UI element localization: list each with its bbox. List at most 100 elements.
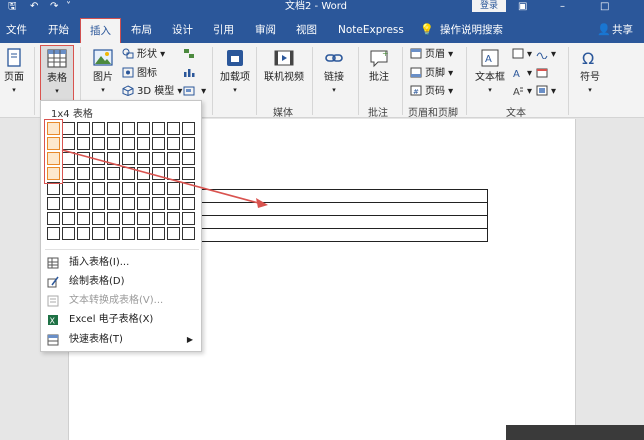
link-button[interactable]: 链接 ▾ [318, 47, 350, 96]
table-grid-cell[interactable] [47, 197, 60, 210]
screenshot-button[interactable]: ▾ [183, 85, 206, 98]
table-grid-cell[interactable] [182, 212, 195, 225]
tab-noteexpress[interactable]: NoteExpress [338, 23, 404, 37]
table-grid-cell[interactable] [137, 197, 150, 210]
date-time-button[interactable] [536, 67, 551, 80]
table-grid-cell[interactable] [47, 227, 60, 240]
quick-parts-button[interactable]: ▾ [512, 48, 532, 61]
tab-insert[interactable]: 插入 [80, 18, 121, 43]
table-grid-cell[interactable] [182, 152, 195, 165]
table-grid-cell[interactable] [107, 212, 120, 225]
maximize-icon[interactable]: □ [600, 1, 609, 13]
table-grid-cell[interactable] [92, 122, 105, 135]
pages-button[interactable]: 页面 ▾ [0, 47, 28, 96]
tell-me-search[interactable]: 操作说明搜索 [440, 23, 503, 37]
table-grid-cell[interactable] [167, 152, 180, 165]
footer-button[interactable]: 页脚 ▾ [410, 67, 453, 80]
table-grid-cell[interactable] [107, 137, 120, 150]
table-grid-cell[interactable] [77, 182, 90, 195]
textbox-button[interactable]: A 文本框 ▾ [472, 47, 508, 96]
table-grid-cell[interactable] [47, 122, 60, 135]
table-grid-cell[interactable] [122, 227, 135, 240]
table-grid-cell[interactable] [152, 212, 165, 225]
table-grid-cell[interactable] [137, 182, 150, 195]
table-grid-cell[interactable] [92, 227, 105, 240]
table-grid-cell[interactable] [47, 137, 60, 150]
table-grid-cell[interactable] [62, 182, 75, 195]
menu-item-excel[interactable]: X Excel 电子表格(X) [47, 311, 197, 329]
tab-home[interactable]: 开始 [48, 23, 69, 37]
tab-review[interactable]: 审阅 [255, 23, 276, 37]
table-grid-cell[interactable] [77, 122, 90, 135]
table-grid-cell[interactable] [77, 152, 90, 165]
table-grid-cell[interactable] [47, 182, 60, 195]
table-grid-cell[interactable] [182, 137, 195, 150]
3d-models-button[interactable]: 3D 模型 ▾ [122, 85, 182, 98]
customize-quick-access-icon[interactable]: ˅ [66, 1, 71, 13]
table-grid-cell[interactable] [107, 227, 120, 240]
table-grid-cell[interactable] [92, 197, 105, 210]
document-table[interactable] [200, 189, 488, 242]
table-grid-cell[interactable] [137, 227, 150, 240]
table-cell[interactable] [200, 228, 488, 242]
table-grid-cell[interactable] [77, 197, 90, 210]
table-grid-cell[interactable] [62, 122, 75, 135]
addins-button[interactable]: 加载项 ▾ [218, 47, 252, 96]
table-grid-cell[interactable] [137, 212, 150, 225]
save-icon[interactable]: 🖫 [8, 1, 17, 13]
table-grid-cell[interactable] [122, 122, 135, 135]
table-grid-cell[interactable] [182, 197, 195, 210]
table-grid-cell[interactable] [122, 197, 135, 210]
table-grid-cell[interactable] [107, 167, 120, 180]
table-grid-cell[interactable] [167, 167, 180, 180]
table-grid-cell[interactable] [152, 167, 165, 180]
table-grid-cell[interactable] [152, 197, 165, 210]
ribbon-display-options-icon[interactable]: ▣ [518, 1, 527, 13]
table-grid-cell[interactable] [77, 137, 90, 150]
table-grid-cell[interactable] [107, 182, 120, 195]
table-grid-cell[interactable] [62, 167, 75, 180]
wordart-button[interactable]: A ▾ [512, 67, 532, 80]
table-button[interactable]: 表格 ▾ [40, 45, 74, 101]
table-grid-cell[interactable] [47, 167, 60, 180]
table-grid-cell[interactable] [182, 182, 195, 195]
table-grid-cell[interactable] [152, 137, 165, 150]
table-grid-cell[interactable] [77, 212, 90, 225]
table-grid-cell[interactable] [107, 122, 120, 135]
table-grid-cell[interactable] [92, 137, 105, 150]
table-grid-cell[interactable] [92, 152, 105, 165]
object-button[interactable]: ▾ [536, 85, 556, 98]
table-grid-cell[interactable] [182, 122, 195, 135]
table-grid-cell[interactable] [92, 167, 105, 180]
table-grid-cell[interactable] [167, 182, 180, 195]
table-grid-cell[interactable] [137, 152, 150, 165]
table-grid-cell[interactable] [167, 197, 180, 210]
symbol-button[interactable]: Ω 符号 ▾ [574, 47, 606, 96]
table-grid-cell[interactable] [152, 122, 165, 135]
table-cell[interactable] [200, 189, 488, 203]
header-button[interactable]: 页眉 ▾ [410, 48, 453, 61]
table-cell[interactable] [200, 215, 488, 229]
tab-layout[interactable]: 布局 [131, 23, 152, 37]
signature-line-button[interactable]: ▾ [536, 48, 556, 61]
tab-references[interactable]: 引用 [213, 23, 234, 37]
table-grid-cell[interactable] [62, 152, 75, 165]
pictures-button[interactable]: 图片 ▾ [88, 47, 118, 96]
table-grid-cell[interactable] [122, 152, 135, 165]
chart-button[interactable] [183, 67, 198, 80]
table-grid-cell[interactable] [137, 122, 150, 135]
table-grid-cell[interactable] [122, 137, 135, 150]
table-grid-cell[interactable] [152, 182, 165, 195]
page-number-button[interactable]: # 页码 ▾ [410, 85, 453, 98]
table-grid-cell[interactable] [167, 122, 180, 135]
table-grid-cell[interactable] [47, 152, 60, 165]
menu-item-insert-table[interactable]: 插入表格(I)... [47, 254, 197, 272]
table-grid-cell[interactable] [92, 182, 105, 195]
undo-icon[interactable]: ↶ [30, 1, 38, 13]
table-grid-cell[interactable] [77, 227, 90, 240]
menu-item-draw-table[interactable]: 绘制表格(D) [47, 273, 197, 291]
shapes-button[interactable]: 形状 ▾ [122, 48, 165, 61]
new-comment-button[interactable]: + 批注 [362, 47, 396, 84]
online-video-button[interactable]: 联机视频 [262, 47, 306, 84]
table-grid-cell[interactable] [167, 137, 180, 150]
